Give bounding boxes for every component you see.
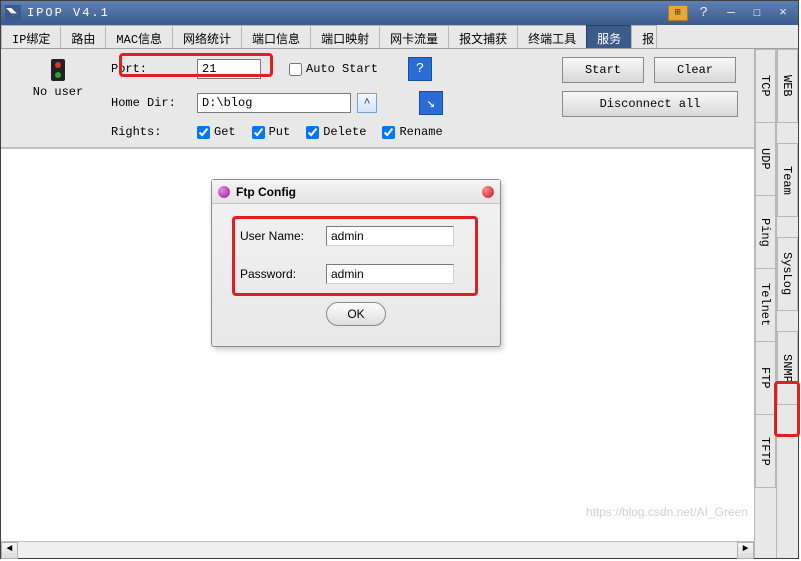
dialog-close-icon[interactable] bbox=[482, 186, 494, 198]
vtab-inner-TCP[interactable]: TCP bbox=[755, 49, 776, 123]
help-icon[interactable]: ? bbox=[408, 57, 432, 81]
home-dir-label: Home Dir: bbox=[111, 96, 191, 110]
rename-checkbox[interactable] bbox=[382, 126, 395, 139]
vtab-inner-Ping[interactable]: Ping bbox=[755, 195, 776, 269]
put-checkbox[interactable] bbox=[252, 126, 265, 139]
tab-7[interactable]: 报文捕获 bbox=[448, 25, 518, 48]
down-arrow-icon[interactable]: ↘ bbox=[419, 91, 443, 115]
delete-checkbox[interactable] bbox=[306, 126, 319, 139]
maximize-button[interactable]: ☐ bbox=[746, 5, 768, 21]
port-input[interactable] bbox=[197, 59, 261, 79]
port-label: Port: bbox=[111, 62, 191, 76]
content-area: Ftp Config User Name: Password: bbox=[1, 148, 754, 541]
dialog-title: Ftp Config bbox=[236, 185, 296, 199]
vtab-inner-UDP[interactable]: UDP bbox=[755, 122, 776, 196]
password-label: Password: bbox=[240, 267, 316, 281]
tab-0[interactable]: IP绑定 bbox=[1, 25, 61, 48]
titlebar: IPOP V4.1 ⊞ ? — ☐ × bbox=[1, 1, 798, 25]
toolbox-icon[interactable]: ⊞ bbox=[668, 5, 688, 21]
ftp-settings-panel: No user Port: Auto Start ? bbox=[1, 49, 754, 148]
close-button[interactable]: × bbox=[772, 5, 794, 21]
tab-10[interactable]: 报 bbox=[631, 25, 657, 48]
tab-3[interactable]: 网络统计 bbox=[172, 25, 242, 48]
ok-button[interactable]: OK bbox=[326, 302, 386, 326]
dialog-icon bbox=[218, 186, 230, 198]
get-checkbox[interactable] bbox=[197, 126, 210, 139]
ftp-config-dialog: Ftp Config User Name: Password: bbox=[211, 179, 501, 347]
vtab-inner-TFTP[interactable]: TFTP bbox=[755, 414, 776, 488]
tab-2[interactable]: MAC信息 bbox=[105, 25, 173, 48]
password-input[interactable] bbox=[326, 264, 454, 284]
rights-label: Rights: bbox=[111, 125, 191, 139]
tab-8[interactable]: 终端工具 bbox=[517, 25, 587, 48]
vtab-outer-Team[interactable]: Team bbox=[777, 143, 798, 217]
tab-1[interactable]: 路由 bbox=[60, 25, 106, 48]
window-title: IPOP V4.1 bbox=[27, 6, 668, 20]
horizontal-scrollbar[interactable]: ◄ ► bbox=[1, 541, 754, 558]
vtab-inner-FTP[interactable]: FTP bbox=[755, 341, 776, 415]
clear-button[interactable]: Clear bbox=[654, 57, 736, 83]
put-label: Put bbox=[269, 125, 291, 139]
auto-start-checkbox[interactable] bbox=[289, 63, 302, 76]
scroll-left-icon[interactable]: ◄ bbox=[1, 542, 18, 559]
scroll-right-icon[interactable]: ► bbox=[737, 542, 754, 559]
vtab-outer-WEB[interactable]: WEB bbox=[777, 49, 798, 123]
auto-start-label: Auto Start bbox=[306, 62, 378, 76]
app-icon bbox=[5, 5, 21, 21]
start-button[interactable]: Start bbox=[562, 57, 644, 83]
tab-9[interactable]: 服务 bbox=[586, 25, 632, 48]
tab-6[interactable]: 网卡流量 bbox=[379, 25, 449, 48]
tab-4[interactable]: 端口信息 bbox=[241, 25, 311, 48]
username-label: User Name: bbox=[240, 229, 316, 243]
disconnect-all-button[interactable]: Disconnect all bbox=[562, 91, 738, 117]
home-dir-dropdown[interactable]: ˄ bbox=[357, 93, 377, 113]
help-button[interactable]: ? bbox=[692, 5, 716, 21]
tab-5[interactable]: 端口映射 bbox=[310, 25, 380, 48]
vtab-outer-SysLog[interactable]: SysLog bbox=[777, 237, 798, 311]
no-user-label: No user bbox=[13, 85, 103, 99]
minimize-button[interactable]: — bbox=[720, 5, 742, 21]
side-tabs-outer: WEB Team SysLog SNMP bbox=[776, 49, 798, 558]
get-label: Get bbox=[214, 125, 236, 139]
scroll-track[interactable] bbox=[18, 542, 737, 559]
traffic-light-icon bbox=[51, 59, 65, 81]
side-tabs-inner: TCPUDPPingTelnetFTPTFTP bbox=[754, 49, 776, 558]
rename-label: Rename bbox=[399, 125, 442, 139]
home-dir-input[interactable] bbox=[197, 93, 351, 113]
vtab-inner-Telnet[interactable]: Telnet bbox=[755, 268, 776, 342]
watermark: https://blog.csdn.net/AI_Green bbox=[586, 505, 748, 519]
vtab-outer-SNMP[interactable]: SNMP bbox=[777, 331, 798, 405]
top-tabs: IP绑定路由MAC信息网络统计端口信息端口映射网卡流量报文捕获终端工具服务报 bbox=[1, 25, 798, 49]
delete-label: Delete bbox=[323, 125, 366, 139]
username-input[interactable] bbox=[326, 226, 454, 246]
